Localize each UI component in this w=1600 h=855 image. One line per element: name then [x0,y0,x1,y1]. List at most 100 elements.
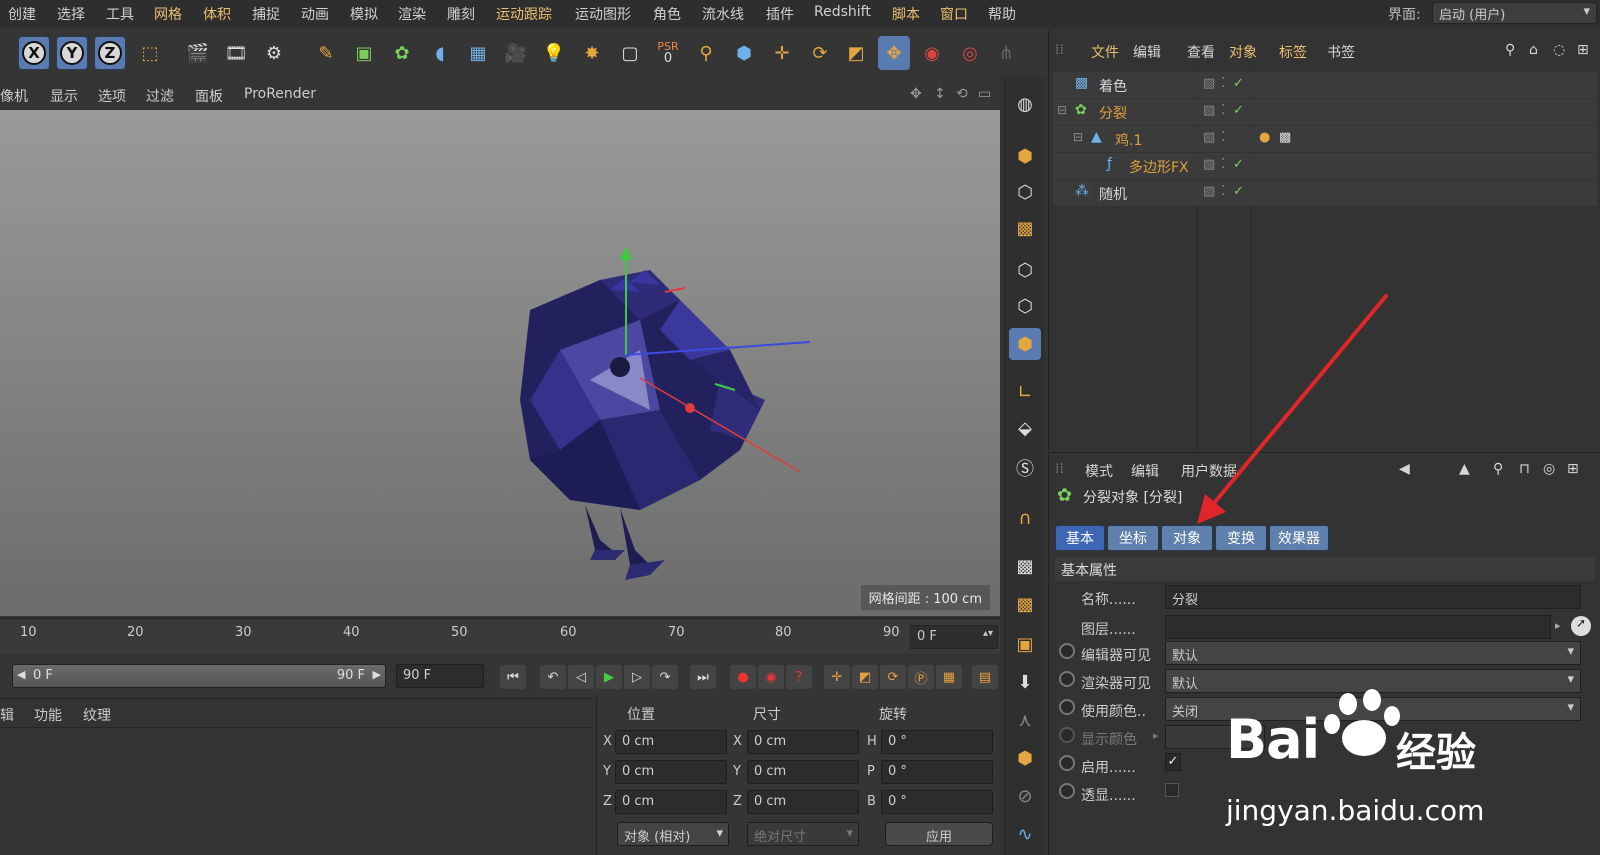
orbit-view-icon[interactable]: ⟲ [956,86,968,102]
key-rotation-icon[interactable]: ⟳ [880,665,906,689]
snap-icon[interactable]: ⚲ [690,36,722,70]
new-window-icon[interactable]: ⊞ [1577,42,1589,58]
search-icon[interactable]: ⚲ [1505,42,1515,58]
home-icon[interactable]: ⌂ [1529,42,1538,58]
menu-simulate[interactable]: 模拟 [350,4,378,24]
generator-icon[interactable]: ✿ [386,36,418,70]
live-selection-icon[interactable]: ◉ [916,36,948,70]
visibility-dots-icon[interactable]: ⁚ [1221,184,1225,199]
visibility-dots-icon[interactable]: ⁚ [1221,76,1225,91]
pen-icon[interactable]: ✎ [310,36,342,70]
am-menu-mode[interactable]: 模式 [1085,461,1113,481]
tree-toggle-icon[interactable]: ⊟ [1057,103,1067,117]
menu-tools[interactable]: 工具 [106,4,134,24]
om-menu-objects[interactable]: 对象 [1229,42,1257,62]
om-menu-tags[interactable]: 标签 [1279,42,1307,62]
rotate-icon[interactable]: ⟳ [804,36,836,70]
deformer-icon[interactable]: ◖ [424,36,456,70]
visibility-dots-icon[interactable]: ⁚ [1221,130,1225,145]
vp-menu-options[interactable]: 选项 [98,86,126,106]
light-icon[interactable]: 💡 [538,36,570,70]
tab-basic[interactable]: 基本 [1055,525,1105,551]
next-key-icon[interactable]: ↷ [652,665,678,689]
prev-key-icon[interactable]: ↶ [540,665,566,689]
enabled-check-icon[interactable]: ✓ [1233,76,1244,91]
om-menu-view[interactable]: 查看 [1187,42,1215,62]
pos-y-field[interactable]: 0 cm [615,760,727,784]
menu-plugins[interactable]: 插件 [766,4,794,24]
object-row-random[interactable]: ⁂ 随机 ▧ ⁚ ✓ [1053,180,1597,206]
material-tag-icon[interactable]: ▩ [1279,130,1291,145]
apply-button[interactable]: 应用 [885,822,993,846]
tab-coordinates[interactable]: 坐标 [1107,525,1159,551]
edges-mode-icon[interactable]: ⬡ [1009,290,1041,322]
tab-effectors[interactable]: 效果器 [1269,525,1329,551]
pick-cursor-icon[interactable]: ➚ [1571,616,1591,636]
om-menu-bookmarks[interactable]: 书签 [1327,42,1355,62]
am-menu-user-data[interactable]: 用户数据 [1181,461,1237,481]
axis-z-button[interactable]: Z [94,36,126,70]
radio-render-visible[interactable] [1059,671,1075,687]
am-menu-edit[interactable]: 编辑 [1131,461,1159,481]
radio-use-color[interactable] [1059,699,1075,715]
end-frame-field[interactable]: 90 F [396,664,484,688]
prop-enabled-checkbox[interactable]: ✓ [1165,753,1181,771]
menu-mograph[interactable]: 运动图形 [575,4,631,24]
python-icon[interactable]: ∿ [1009,818,1041,850]
workplane-align-icon[interactable]: ▩ [1009,588,1041,620]
lock-icon[interactable]: ⊓ [1519,461,1530,477]
timeline-layout-icon[interactable]: ▤ [972,665,998,689]
new-window-icon[interactable]: ⊞ [1567,461,1579,477]
go-to-end-icon[interactable]: ⏭ [690,665,716,689]
search-icon[interactable]: ⚲ [1493,461,1503,477]
download-icon[interactable]: ⬇ [1009,666,1041,698]
om-menu-file[interactable]: 文件 [1091,42,1119,62]
floor-icon[interactable]: ▦ [462,36,494,70]
eye-icon[interactable]: ◌ [1553,42,1565,58]
mat-menu-edit[interactable]: 辑 [0,705,14,725]
psr-button[interactable]: PSR 0 [652,36,684,70]
menu-snap[interactable]: 捕捉 [252,4,280,24]
keyframe-selection-icon[interactable]: ? [786,665,812,689]
tree-toggle-icon[interactable]: ⊟ [1073,130,1083,144]
phong-tag-icon[interactable]: ● [1259,130,1270,145]
camera-icon[interactable]: 🎥 [500,36,532,70]
vp-menu-camera[interactable]: 像机 [0,86,28,106]
timeline-ruler[interactable]: 10 20 30 40 50 60 70 80 90 0 F ▴▾ [0,618,1000,654]
prop-xray-checkbox[interactable] [1165,783,1179,797]
menu-create[interactable]: 创建 [8,4,36,24]
3d-viewport[interactable]: 网格间距 : 100 cm [0,110,1000,616]
menu-pipeline[interactable]: 流水线 [702,4,744,24]
make-editable-icon[interactable]: ⬢ [1009,140,1041,172]
target-icon[interactable]: ◎ [1543,461,1555,477]
menu-volume[interactable]: 体积 [203,4,231,24]
vp-menu-panel[interactable]: 面板 [195,86,223,106]
object-row-shader[interactable]: ▩ 着色 ▧ ⁚ ✓ [1053,72,1597,98]
coord-mode-select[interactable]: 对象 (相对) ▾ [617,822,729,846]
cube-view-icon[interactable]: ⬢ [728,36,760,70]
menu-script[interactable]: 脚本 [892,4,920,24]
record-icon[interactable]: ● [730,665,756,689]
disabled-tool-icon[interactable]: ⊘ [1009,780,1041,812]
rect-selection-icon[interactable]: ◎ [954,36,986,70]
layer-arrow-icon[interactable]: ▸ [1555,619,1561,632]
next-frame-icon[interactable]: ▷ [624,665,650,689]
visibility-dots-icon[interactable]: ⁚ [1221,157,1225,172]
move-view-icon[interactable]: ✥ [910,86,922,102]
menu-sculpt[interactable]: 雕刻 [447,4,475,24]
prop-editor-visible-select[interactable]: 默认 ▾ [1165,641,1581,665]
prev-frame-icon[interactable]: ◁ [568,665,594,689]
vp-menu-display[interactable]: 显示 [50,86,78,106]
cube-primitive-icon[interactable]: ▣ [348,36,380,70]
enabled-check-icon[interactable]: ✓ [1233,157,1244,172]
layout-select[interactable]: 启动 (用户) ▾ [1432,2,1597,24]
viewport-solo-icon[interactable]: ▣ [1009,628,1041,660]
render-settings-icon[interactable]: ⚙ [258,36,290,70]
move-icon[interactable]: ✛ [766,36,798,70]
cursor-up-icon[interactable]: ▲ [1459,461,1470,477]
lock-workplane-icon[interactable]: ▩ [1009,550,1041,582]
dolly-view-icon[interactable]: ↕ [934,86,946,102]
enabled-check-icon[interactable]: ✓ [1233,184,1244,199]
go-to-start-icon[interactable]: ⏮ [500,665,526,689]
render-picture-viewer-icon[interactable]: 🎞 [220,36,252,70]
